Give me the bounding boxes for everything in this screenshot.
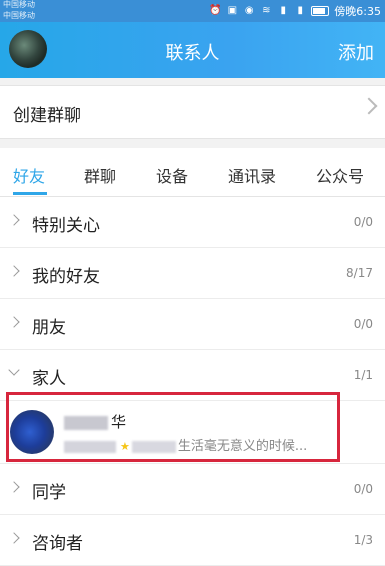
group-count: 0/0 [353,215,373,229]
active-tab-indicator [13,192,47,195]
tab-address-book[interactable]: 通讯录 [228,163,276,187]
group-my-friends[interactable]: 我的好友 8/17 [0,248,385,299]
tab-devices[interactable]: 设备 [156,163,188,187]
chevron-right-icon [8,265,20,277]
contact-name: 华 [64,411,126,432]
create-group-chat-row[interactable]: 创建群聊 [0,85,385,139]
create-group-chat-label: 创建群聊 [13,106,81,126]
tab-groups[interactable]: 群聊 [84,163,116,187]
group-count: 1/1 [353,368,373,382]
avatar [10,410,54,454]
group-count: 0/0 [353,482,373,496]
group-name: 咨询者 [32,534,83,554]
page-title: 联系人 [165,43,220,64]
tab-bar: 好友 群聊 设备 通讯录 公众号 [0,148,385,197]
hd-icon: ▣ [227,5,238,16]
friend-group-list: 特别关心 0/0 我的好友 8/17 朋友 0/0 家人 1/1 华 ★ 生活毫无… [0,197,385,566]
signal-icon: ▮ [280,5,287,16]
contact-name-suffix: 华 [111,413,127,431]
group-count: 8/17 [346,266,373,280]
header-bar: 联系人 添加 [0,22,385,78]
status-time: 傍晚6:35 [334,5,381,18]
group-special-care[interactable]: 特别关心 0/0 [0,197,385,248]
star-icon: ★ [120,440,130,453]
battery-icon [311,6,330,16]
carrier-labels: 中国移动 中国移动 [3,0,35,21]
contact-signature: ★ 生活毫无意义的时候... [64,435,307,454]
group-name: 同学 [32,483,66,503]
tab-official-accounts[interactable]: 公众号 [316,163,364,187]
group-count: 0/0 [353,317,373,331]
carrier-2: 中国移动 [3,11,35,20]
signature-text: 生活毫无意义的时候... [177,439,308,454]
blurred-name [64,415,108,430]
chevron-right-icon [8,214,20,226]
tab-friends[interactable]: 好友 [13,163,45,187]
status-icons: ⏰ ▣ ◉ ≋ ▮ ▮ 傍晚6:35 [209,3,381,19]
status-bar: 中国移动 中国移动 ⏰ ▣ ◉ ≋ ▮ ▮ 傍晚6:35 [0,0,385,22]
chevron-right-icon [8,532,20,544]
blurred-text [131,440,176,453]
group-friends[interactable]: 朋友 0/0 [0,299,385,350]
group-name: 家人 [32,369,66,389]
group-name: 我的好友 [32,267,100,287]
group-classmates[interactable]: 同学 0/0 [0,464,385,515]
group-name: 特别关心 [32,216,100,236]
contact-row[interactable]: 华 ★ 生活毫无意义的时候... [0,401,385,464]
group-consultants[interactable]: 咨询者 1/3 [0,515,385,566]
signal-2-icon: ▮ [297,5,304,16]
carrier-1: 中国移动 [3,0,35,9]
group-count: 1/3 [353,533,373,547]
blurred-status [64,440,116,453]
add-button[interactable]: 添加 [338,39,374,65]
wifi-icon: ≋ [262,5,271,16]
chevron-down-icon [8,364,20,376]
eye-icon: ◉ [244,5,254,16]
chevron-right-icon [360,97,378,115]
chevron-right-icon [8,481,20,493]
group-family[interactable]: 家人 1/1 [0,350,385,401]
group-name: 朋友 [32,318,66,338]
chevron-right-icon [8,316,20,328]
alarm-icon: ⏰ [209,5,222,16]
